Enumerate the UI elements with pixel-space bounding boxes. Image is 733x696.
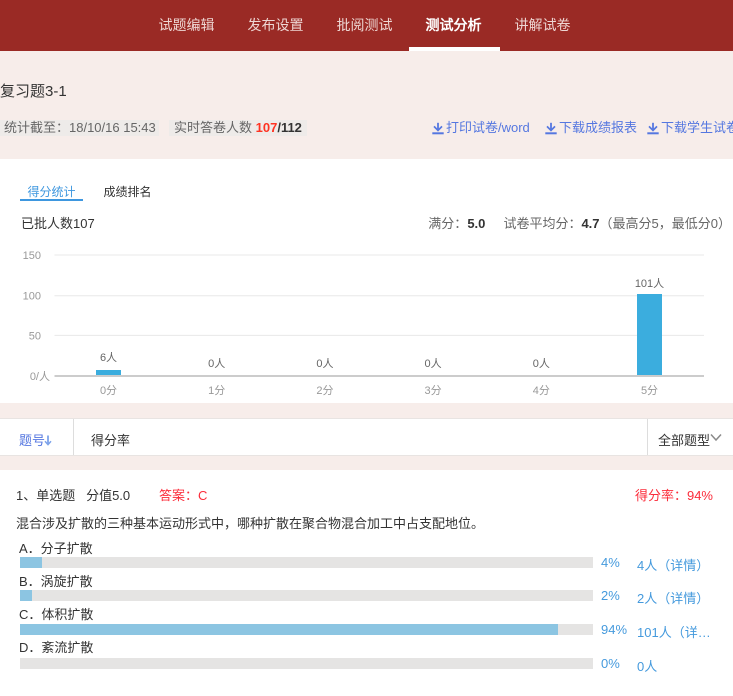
svg-text:0人: 0人	[425, 357, 442, 370]
svg-text:3分: 3分	[425, 384, 442, 397]
svg-text:0人: 0人	[533, 357, 550, 370]
svg-text:101人: 101人	[635, 277, 664, 290]
svg-text:4分: 4分	[533, 384, 550, 397]
svg-text:1分: 1分	[208, 384, 225, 397]
svg-text:0人: 0人	[208, 357, 225, 370]
svg-text:150: 150	[23, 250, 41, 262]
svg-text:0分: 0分	[100, 384, 117, 397]
svg-text:0/人: 0/人	[30, 370, 50, 383]
svg-text:5分: 5分	[641, 384, 658, 397]
svg-text:100: 100	[23, 291, 41, 303]
svg-text:6人: 6人	[100, 351, 117, 364]
svg-text:0人: 0人	[316, 357, 333, 370]
svg-text:50: 50	[29, 331, 41, 343]
svg-text:2分: 2分	[316, 384, 333, 397]
